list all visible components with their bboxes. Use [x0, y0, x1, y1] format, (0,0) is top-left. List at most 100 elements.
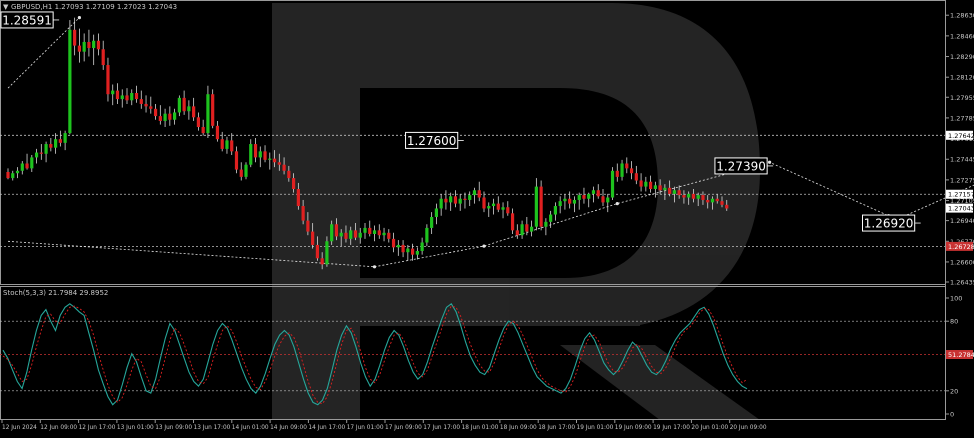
bear-candle [411, 248, 415, 255]
bear-candle [629, 168, 634, 174]
bear-candle [582, 195, 586, 199]
time-tick-label: 13 Jun 09:00 [155, 425, 192, 431]
bull-candle [520, 224, 524, 236]
bull-candle [696, 195, 700, 199]
bear-candle [677, 190, 681, 196]
bear-candle [134, 93, 139, 100]
bull-candle [15, 170, 20, 174]
bear-candle [477, 190, 481, 198]
bear-candle [272, 158, 277, 163]
bull-candle [358, 232, 362, 238]
price-tag: 1.27043 [946, 203, 974, 213]
bear-candle [196, 117, 200, 128]
bear-candle [282, 164, 286, 171]
time-tick-label: 18 Jun 01:00 [462, 425, 499, 431]
bear-candle [39, 152, 43, 154]
bear-candle [482, 197, 486, 209]
price-annotation: 1.27390 [714, 157, 774, 175]
annotation-label: 1.27600 [407, 134, 457, 148]
bull-candle [563, 198, 567, 202]
bull-candle [349, 230, 353, 239]
bear-candle [344, 232, 348, 239]
bull-candle [468, 195, 472, 200]
bear-candle [715, 198, 719, 202]
stoch-tick-label: 100 [950, 295, 962, 303]
bear-candle [77, 45, 81, 52]
time-tick-label: 20 Jun 09:00 [730, 425, 767, 431]
bull-candle [491, 203, 496, 207]
bull-candle [425, 227, 429, 243]
price-tick-label: 1.28630 [950, 12, 974, 20]
bull-candle [82, 41, 86, 52]
bear-candle [215, 125, 220, 140]
bull-candle [20, 163, 24, 171]
bull-candle [30, 157, 34, 169]
price-tag-label: 1.27043 [948, 205, 974, 213]
price-tick-label: 1.27785 [950, 114, 974, 122]
bear-candle [201, 127, 205, 134]
bear-candle [391, 238, 396, 248]
bull-candle [553, 206, 557, 215]
bull-candle [644, 181, 648, 187]
bull-candle [249, 144, 253, 165]
bull-candle [11, 173, 15, 179]
bull-candle [92, 40, 96, 49]
bull-candle [111, 90, 115, 95]
symbol-header: GBPUSD,H1 1.27093 1.27109 1.27023 1.2704… [11, 3, 177, 11]
bear-candle [277, 162, 281, 165]
bull-candle [173, 112, 177, 120]
bull-candle [710, 198, 715, 203]
bull-candle [501, 207, 505, 210]
chart-window: 1.285911.276001.273901.269201.26700 1.28… [0, 0, 974, 434]
bear-candle [263, 151, 267, 160]
bear-candle [139, 99, 143, 104]
symbol-header-arrow: ▼ [3, 3, 9, 11]
bear-candle [668, 187, 672, 194]
bear-candle [301, 206, 305, 221]
bear-candle [334, 224, 339, 237]
bull-candle [225, 140, 229, 149]
bull-candle [544, 221, 548, 227]
bull-candle [672, 190, 676, 194]
stoch-current-tag-label: 51.2784 [948, 351, 974, 359]
bear-candle [568, 198, 572, 204]
bear-candle [58, 139, 62, 143]
time-tick-label: 12 Jun 2024 [2, 425, 37, 431]
bull-candle [449, 196, 453, 203]
bear-candle [101, 49, 105, 66]
bear-candle [506, 207, 510, 214]
bear-candle [296, 189, 300, 207]
bear-candle [292, 178, 296, 190]
bull-candle [572, 199, 577, 204]
price-annotation: 1.26920 [862, 214, 921, 232]
bear-candle [96, 40, 101, 50]
price-annotation: 1.27600 [405, 131, 464, 149]
time-tick-label: 20 Jun 01:00 [691, 425, 728, 431]
time-tick-label: 13 Jun 01:00 [117, 425, 154, 431]
bear-candle [158, 116, 162, 121]
bear-candle [182, 97, 186, 112]
bull-candle [34, 152, 39, 158]
path-vertex-marker [482, 244, 486, 248]
stoch-tick-label: 0 [950, 411, 954, 419]
bull-candle [663, 187, 667, 191]
bull-candle [44, 144, 48, 154]
bull-candle [63, 133, 67, 143]
bull-candle [687, 193, 691, 198]
bear-candle [6, 172, 10, 179]
price-tick-label: 1.27955 [950, 94, 974, 102]
bull-candle [434, 208, 438, 217]
time-tick-label: 18 Jun 09:00 [500, 425, 537, 431]
bear-candle [706, 199, 710, 203]
bear-candle [115, 90, 120, 100]
bear-candle [691, 193, 696, 199]
bear-candle [387, 232, 391, 239]
bull-candle [610, 170, 615, 198]
bull-candle [206, 94, 210, 134]
bull-candle [363, 227, 367, 233]
bear-candle [368, 227, 372, 234]
bull-candle [130, 93, 134, 101]
bear-candle [234, 151, 239, 170]
bear-candle [239, 169, 243, 177]
price-tick-label: 1.28290 [950, 53, 974, 61]
